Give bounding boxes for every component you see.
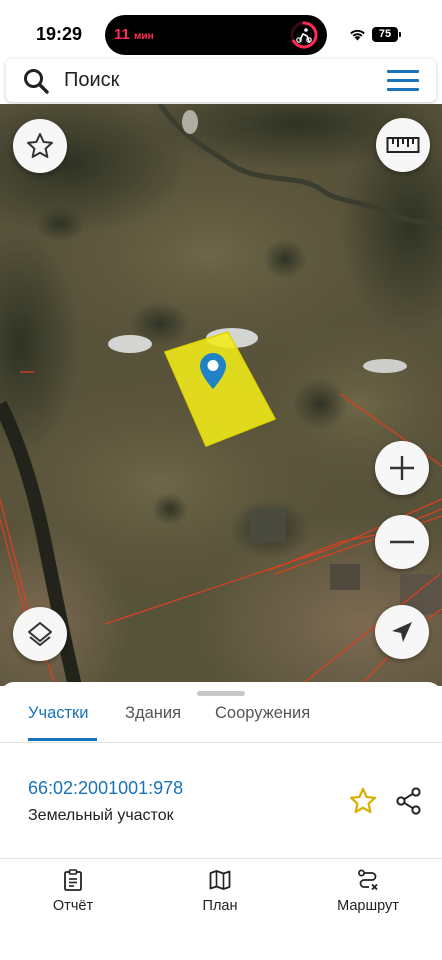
parcel-type: Земельный участок bbox=[28, 807, 174, 824]
island-timer-value: 11 bbox=[114, 26, 130, 43]
dynamic-island[interactable]: 11 мин bbox=[105, 15, 327, 55]
battery-indicator: 75 bbox=[372, 27, 398, 42]
tab-buildings[interactable]: Здания bbox=[125, 704, 181, 723]
parcel-card[interactable]: 66:02:2001001:978 Земельный участок bbox=[0, 743, 442, 859]
my-location-button[interactable] bbox=[375, 605, 429, 659]
navigation-arrow-icon bbox=[392, 622, 412, 642]
island-timer: 11 мин bbox=[114, 26, 154, 43]
zoom-in-button[interactable] bbox=[375, 441, 429, 495]
hamburger-menu-icon[interactable] bbox=[387, 69, 419, 93]
favorites-button[interactable] bbox=[13, 119, 67, 173]
search-input[interactable] bbox=[64, 59, 364, 102]
ruler-button[interactable] bbox=[376, 118, 430, 172]
bottom-navigation: Отчёт План Маршрут bbox=[0, 860, 442, 960]
star-outline-icon bbox=[27, 133, 53, 158]
ruler-icon bbox=[386, 137, 420, 153]
tab-parcels[interactable]: Участки bbox=[28, 704, 89, 723]
search-bar bbox=[6, 59, 436, 102]
status-bar: 19:29 11 мин 75 bbox=[0, 0, 442, 58]
favorite-star-icon[interactable] bbox=[348, 786, 378, 816]
nav-plan-button[interactable]: План bbox=[165, 868, 275, 914]
battery-tip bbox=[399, 32, 401, 37]
plus-icon bbox=[390, 456, 414, 480]
activity-ring-icon bbox=[290, 21, 318, 49]
location-pin-icon[interactable] bbox=[199, 352, 227, 390]
tab-structures[interactable]: Сооружения bbox=[215, 704, 310, 723]
minus-icon bbox=[390, 540, 414, 544]
zoom-out-button[interactable] bbox=[375, 515, 429, 569]
object-type-tabs: Участки Здания Сооружения bbox=[0, 696, 442, 742]
search-icon[interactable] bbox=[22, 67, 50, 95]
satellite-imagery bbox=[0, 104, 442, 686]
nav-report-label: Отчёт bbox=[52, 898, 94, 914]
wifi-icon bbox=[350, 29, 365, 41]
nav-plan-label: План bbox=[202, 898, 238, 914]
satellite-map[interactable] bbox=[0, 104, 442, 686]
route-icon bbox=[358, 869, 378, 891]
cadastral-number[interactable]: 66:02:2001001:978 bbox=[28, 778, 183, 799]
share-icon[interactable] bbox=[394, 786, 424, 816]
layers-icon bbox=[28, 622, 52, 646]
island-timer-unit: мин bbox=[134, 31, 154, 42]
active-tab-indicator bbox=[28, 738, 97, 741]
map-plan-icon bbox=[209, 870, 231, 890]
nav-report-button[interactable]: Отчёт bbox=[18, 868, 128, 914]
nav-route-label: Маршрут bbox=[337, 898, 399, 914]
nav-route-button[interactable]: Маршрут bbox=[313, 868, 423, 914]
report-clipboard-icon bbox=[64, 869, 82, 891]
divider bbox=[0, 858, 442, 859]
layers-button[interactable] bbox=[13, 607, 67, 661]
status-time: 19:29 bbox=[36, 24, 83, 44]
bottom-sheet: Участки Здания Сооружения 66:02:2001001:… bbox=[0, 682, 442, 960]
